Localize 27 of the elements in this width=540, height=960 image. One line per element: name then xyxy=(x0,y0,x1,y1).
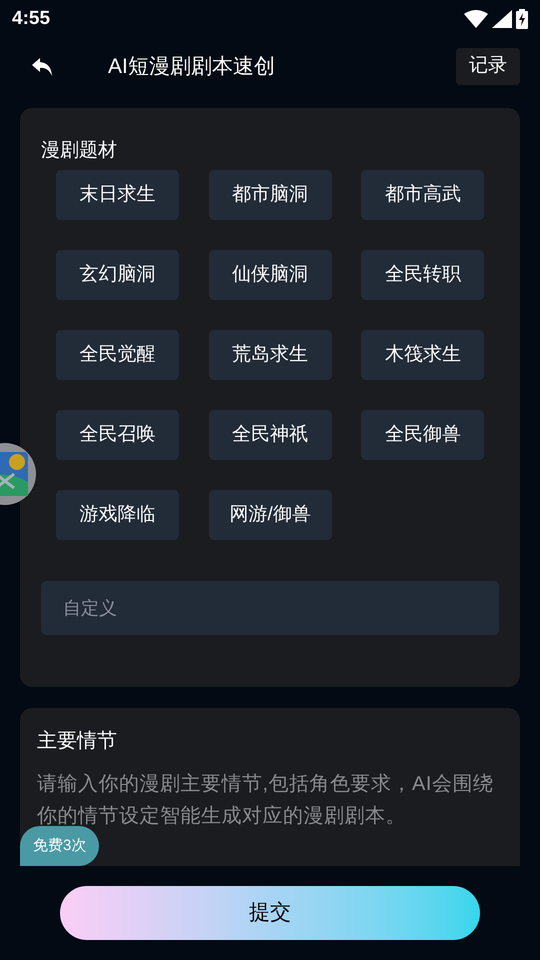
genre-chip[interactable]: 仙侠脑洞 xyxy=(208,250,332,300)
free-badge: 免费3次 xyxy=(20,826,100,866)
wifi-icon xyxy=(464,10,488,28)
genre-chip[interactable]: 都市高武 xyxy=(361,170,484,220)
genre-chip[interactable]: 玄幻脑洞 xyxy=(56,250,179,300)
genre-chip[interactable]: 全民御兽 xyxy=(361,410,484,460)
card-title: 漫剧题材 xyxy=(41,139,118,163)
genre-chip[interactable]: 全民觉醒 xyxy=(56,330,179,380)
back-arrow-icon xyxy=(30,56,54,78)
genre-chip[interactable]: 游戏降临 xyxy=(56,490,179,540)
genre-chip[interactable]: 全民召唤 xyxy=(56,410,179,460)
genre-chip[interactable]: 末日求生 xyxy=(56,170,179,220)
genre-chip[interactable]: 全民神祇 xyxy=(208,410,332,460)
status-time: 4:55 xyxy=(12,6,50,31)
plot-input-field[interactable]: 主要情节 请输入你的漫剧主要情节,包括角色要求，AI会围绕你的情节设定智能生成对应的漫剧剧本。 免费3次 xyxy=(20,708,520,866)
card-title: 主要情节 xyxy=(37,729,118,754)
genre-chip[interactable]: 都市脑洞 xyxy=(208,170,332,220)
signal-icon xyxy=(492,10,512,28)
page-title: AI短漫剧剧本速创 xyxy=(108,54,276,80)
genre-chip[interactable]: 全民转职 xyxy=(361,250,484,300)
genre-chip[interactable]: 网游/御兽 xyxy=(208,490,332,540)
genre-chip[interactable]: 荒岛求生 xyxy=(208,330,332,380)
submit-button[interactable]: 提交 xyxy=(60,886,480,940)
genre-chip[interactable]: 木筏求生 xyxy=(361,330,484,380)
custom-input-field[interactable]: 自定义 xyxy=(41,581,499,635)
battery-icon xyxy=(516,9,528,29)
records-button[interactable]: 记录 xyxy=(456,48,520,85)
